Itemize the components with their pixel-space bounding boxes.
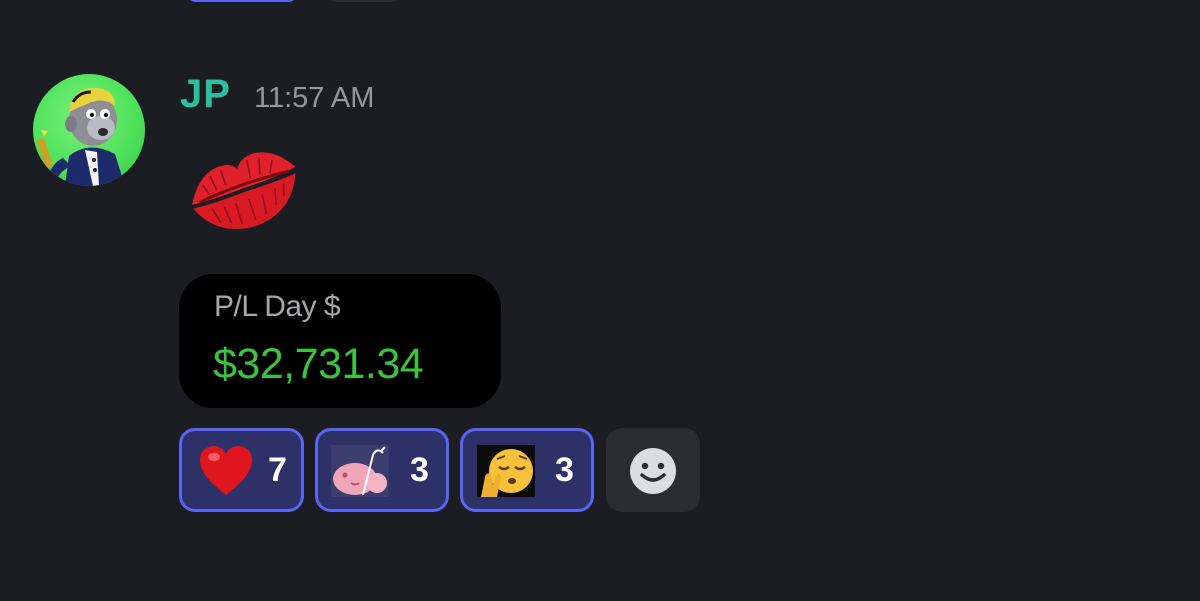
smiley-face-icon [630, 448, 676, 494]
previous-message-reaction[interactable] [186, 0, 298, 2]
chat-view: JP 11:57 AM P/L Day $ $32,731.34 7 3 3 [0, 0, 1200, 601]
pink-creature-icon [331, 445, 389, 497]
reaction-count: 7 [268, 451, 287, 489]
pl-day-label: P/L Day $ [214, 290, 341, 323]
reaction-custom-pensive[interactable]: 3 [460, 428, 594, 512]
previous-message-add-reaction[interactable] [326, 0, 402, 2]
reaction-custom-pink[interactable]: 3 [315, 428, 449, 512]
cartoon-ape-avatar-icon [37, 87, 125, 186]
avatar[interactable] [33, 74, 145, 186]
message-timestamp[interactable]: 11:57 AM [254, 82, 374, 115]
pl-day-value: $32,731.34 [213, 340, 424, 388]
lips-icon [192, 152, 296, 229]
add-reaction-button[interactable] [606, 428, 700, 512]
reaction-count: 3 [410, 451, 429, 489]
kiss-mark-emoji [184, 138, 304, 242]
reaction-count: 3 [555, 451, 574, 489]
author-name[interactable]: JP [180, 72, 231, 117]
pensive-kiss-face-icon [477, 445, 535, 497]
pl-day-image-card[interactable]: P/L Day $ $32,731.34 [179, 274, 501, 408]
reaction-heart[interactable]: 7 [179, 428, 304, 512]
red-heart-icon [200, 446, 252, 495]
